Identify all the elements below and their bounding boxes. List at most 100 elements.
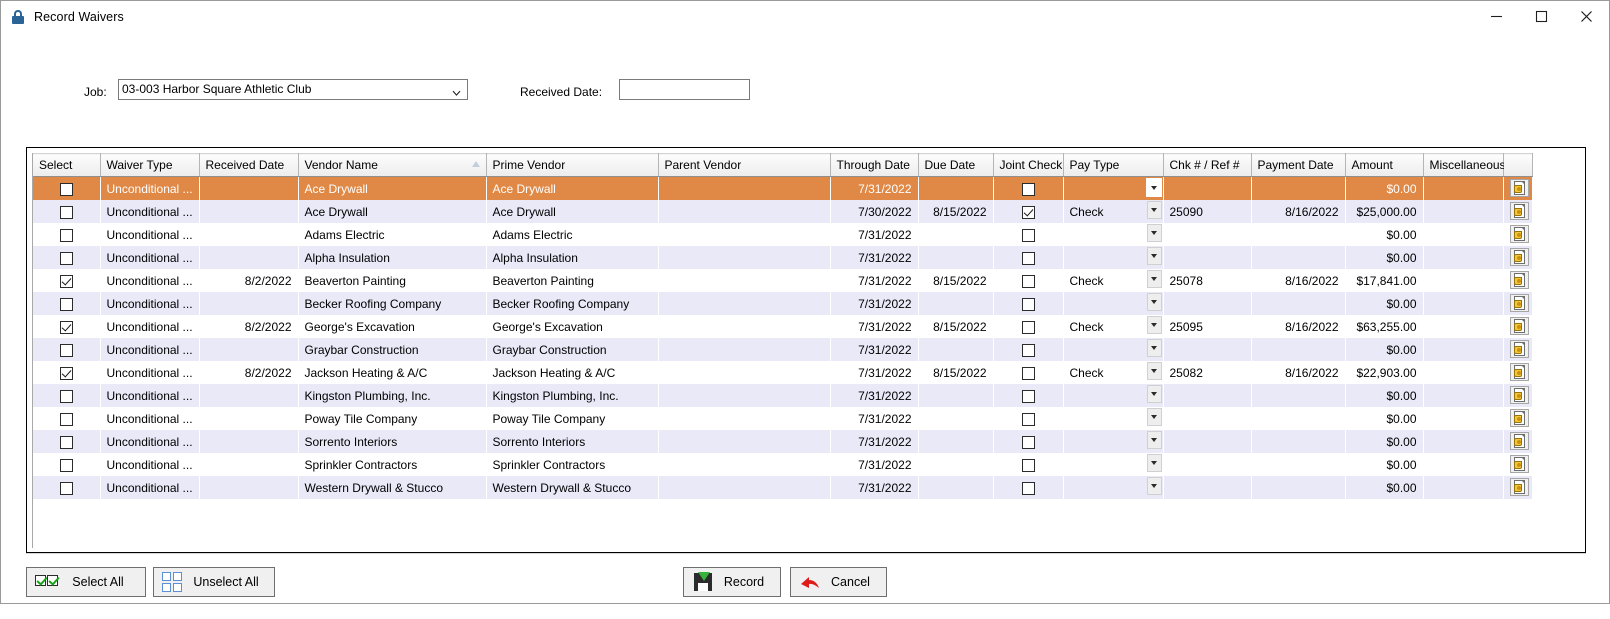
cell-due_date[interactable]: 8/15/2022 — [918, 200, 993, 223]
row-note-button[interactable] — [1509, 271, 1529, 289]
cell-received_date[interactable] — [199, 223, 298, 246]
select-row-checkbox[interactable] — [59, 320, 73, 334]
record-button[interactable]: Record — [683, 567, 781, 597]
cell-miscellaneous[interactable] — [1423, 338, 1503, 361]
cell-vendor_name[interactable]: Adams Electric — [298, 223, 486, 246]
pay-type-dropdown-button[interactable] — [1145, 178, 1162, 197]
cell-note[interactable] — [1503, 384, 1532, 407]
pay-type-dropdown-button[interactable] — [1146, 362, 1162, 380]
select-row-checkbox[interactable] — [59, 458, 73, 472]
cell-chk_ref[interactable] — [1163, 384, 1251, 407]
cell-amount[interactable]: $0.00 — [1345, 292, 1423, 315]
cell-joint_check[interactable] — [993, 338, 1063, 361]
cell-select[interactable] — [33, 269, 100, 292]
cell-prime_vendor[interactable]: Jackson Heating & A/C — [486, 361, 658, 384]
cell-prime_vendor[interactable]: Graybar Construction — [486, 338, 658, 361]
grid-header-payment_date[interactable]: Payment Date — [1251, 153, 1346, 177]
joint-check-checkbox[interactable] — [1021, 320, 1035, 334]
cell-chk_ref[interactable] — [1163, 223, 1251, 246]
cell-pay_type[interactable]: Check — [1063, 361, 1163, 384]
cell-joint_check[interactable] — [993, 361, 1063, 384]
cell-through_date[interactable]: 7/31/2022 — [830, 292, 918, 315]
cell-select[interactable] — [33, 338, 100, 361]
pay-type-dropdown-button[interactable] — [1146, 201, 1162, 219]
cell-amount[interactable]: $25,000.00 — [1345, 200, 1423, 223]
row-note-button[interactable] — [1509, 248, 1529, 266]
pay-type-dropdown-button[interactable] — [1146, 270, 1162, 288]
cell-joint_check[interactable] — [993, 223, 1063, 246]
table-row[interactable]: Unconditional ... Poway Tile Company Poway… — [33, 407, 1532, 430]
cell-prime_vendor[interactable]: Ace Drywall — [486, 200, 658, 223]
cell-received_date[interactable] — [199, 453, 298, 476]
cell-payment_date[interactable]: 8/16/2022 — [1251, 361, 1345, 384]
cell-joint_check[interactable] — [993, 430, 1063, 453]
cell-received_date[interactable] — [199, 476, 298, 499]
cell-joint_check[interactable] — [993, 407, 1063, 430]
cell-chk_ref[interactable] — [1163, 453, 1251, 476]
cell-parent_vendor[interactable] — [658, 315, 830, 338]
cell-joint_check[interactable] — [993, 315, 1063, 338]
cell-due_date[interactable] — [918, 338, 993, 361]
cell-amount[interactable]: $0.00 — [1345, 407, 1423, 430]
joint-check-checkbox[interactable] — [1021, 297, 1035, 311]
cell-note[interactable] — [1503, 407, 1532, 430]
cell-pay_type[interactable]: Check — [1063, 269, 1163, 292]
cell-chk_ref[interactable]: 25090 — [1163, 200, 1251, 223]
cell-payment_date[interactable] — [1251, 407, 1345, 430]
cell-amount[interactable]: $22,903.00 — [1345, 361, 1423, 384]
cell-select[interactable] — [33, 453, 100, 476]
joint-check-checkbox[interactable] — [1021, 366, 1035, 380]
cell-payment_date[interactable] — [1251, 453, 1345, 476]
joint-check-checkbox[interactable] — [1021, 228, 1035, 242]
cell-prime_vendor[interactable]: George's Excavation — [486, 315, 658, 338]
cell-payment_date[interactable] — [1251, 223, 1345, 246]
cell-received_date[interactable] — [199, 430, 298, 453]
cell-prime_vendor[interactable]: Ace Drywall — [486, 176, 658, 200]
cell-waiver_type[interactable]: Unconditional ... — [100, 176, 199, 200]
cell-joint_check[interactable] — [993, 176, 1063, 200]
joint-check-checkbox[interactable] — [1021, 458, 1035, 472]
cell-due_date[interactable] — [918, 223, 993, 246]
joint-check-checkbox[interactable] — [1021, 412, 1035, 426]
cell-chk_ref[interactable] — [1163, 407, 1251, 430]
cell-received_date[interactable]: 8/2/2022 — [199, 269, 298, 292]
table-row[interactable]: Unconditional ... Kingston Plumbing, Inc.… — [33, 384, 1532, 407]
cell-due_date[interactable] — [918, 407, 993, 430]
table-row[interactable]: Unconditional ... Graybar Construction Gra… — [33, 338, 1532, 361]
cell-waiver_type[interactable]: Unconditional ... — [100, 223, 199, 246]
cell-waiver_type[interactable]: Unconditional ... — [100, 476, 199, 499]
cell-pay_type[interactable] — [1063, 338, 1163, 361]
cell-parent_vendor[interactable] — [658, 223, 830, 246]
cell-vendor_name[interactable]: Sorrento Interiors — [298, 430, 486, 453]
cell-payment_date[interactable]: 8/16/2022 — [1251, 315, 1345, 338]
row-note-button[interactable] — [1509, 225, 1529, 243]
cell-note[interactable] — [1503, 361, 1532, 384]
table-row[interactable]: Unconditional ... Western Drywall & Stucc… — [33, 476, 1532, 499]
cell-through_date[interactable]: 7/31/2022 — [830, 430, 918, 453]
cell-chk_ref[interactable] — [1163, 292, 1251, 315]
cell-miscellaneous[interactable] — [1423, 407, 1503, 430]
cell-prime_vendor[interactable]: Beaverton Painting — [486, 269, 658, 292]
cell-parent_vendor[interactable] — [658, 453, 830, 476]
cell-select[interactable] — [33, 430, 100, 453]
cell-vendor_name[interactable]: Graybar Construction — [298, 338, 486, 361]
cell-received_date[interactable] — [199, 246, 298, 269]
cell-pay_type[interactable]: Check — [1063, 315, 1163, 338]
cell-amount[interactable]: $0.00 — [1345, 476, 1423, 499]
cell-pay_type[interactable] — [1063, 246, 1163, 269]
cell-pay_type[interactable] — [1063, 476, 1163, 499]
cell-through_date[interactable]: 7/31/2022 — [830, 453, 918, 476]
row-note-button[interactable] — [1509, 363, 1529, 381]
row-note-button[interactable] — [1509, 478, 1529, 496]
cell-prime_vendor[interactable]: Poway Tile Company — [486, 407, 658, 430]
cell-amount[interactable]: $0.00 — [1345, 338, 1423, 361]
grid-header-pay_type[interactable]: Pay Type — [1063, 153, 1164, 177]
cell-amount[interactable]: $0.00 — [1345, 176, 1423, 200]
cell-payment_date[interactable] — [1251, 476, 1345, 499]
select-row-checkbox[interactable] — [59, 435, 73, 449]
cell-pay_type[interactable]: Check — [1063, 200, 1163, 223]
select-row-checkbox[interactable] — [59, 366, 73, 380]
cell-miscellaneous[interactable] — [1423, 176, 1503, 200]
cell-pay_type[interactable] — [1063, 223, 1163, 246]
cell-pay_type[interactable] — [1063, 384, 1163, 407]
